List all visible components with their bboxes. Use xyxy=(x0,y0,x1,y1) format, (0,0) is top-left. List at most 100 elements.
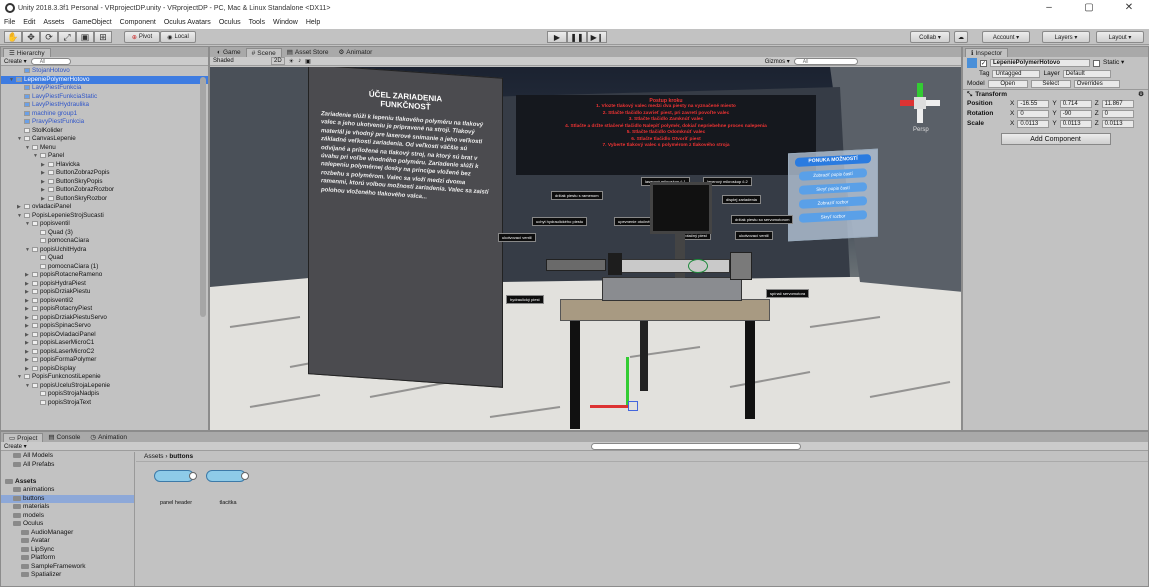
options-menu-button[interactable]: Zobraziť rozbor xyxy=(799,196,867,209)
persp-label[interactable]: Persp xyxy=(913,127,929,133)
hierarchy-item[interactable]: ▼ PopisLepenieStrojSucasti xyxy=(1,212,208,221)
project-folder-item[interactable]: All Models xyxy=(1,452,134,461)
project-folder-item[interactable]: buttons xyxy=(1,494,134,503)
gizmos-dropdown[interactable]: Gizmos ▾ xyxy=(765,58,790,65)
project-folder-item[interactable]: models xyxy=(1,512,134,521)
hierarchy-item[interactable]: StolKolider xyxy=(1,127,208,136)
hierarchy-item[interactable]: pomocnaCiara (1) xyxy=(1,263,208,272)
menu-tools[interactable]: Tools xyxy=(249,19,265,26)
options-menu-button[interactable]: Skryť popis častí xyxy=(799,182,867,195)
project-folder-item[interactable]: materials xyxy=(1,503,134,512)
project-folder-item[interactable]: animations xyxy=(1,486,134,495)
shading-mode-dropdown[interactable]: Shaded xyxy=(213,58,267,64)
hierarchy-item[interactable]: ▶ ButtonZobrazRozbor xyxy=(1,186,208,195)
move-tool-icon[interactable]: ✥ xyxy=(22,31,40,43)
collapsed-arrow-icon[interactable]: ▶ xyxy=(25,365,32,374)
select-button[interactable]: Select xyxy=(1030,80,1071,88)
options-menu-button[interactable]: Skryť rozbor xyxy=(799,210,867,223)
project-folder-item[interactable] xyxy=(1,469,134,478)
project-folder-item[interactable]: AudioManager xyxy=(1,529,134,538)
hierarchy-item[interactable]: ▶ popisventil2 xyxy=(1,297,208,306)
collapsed-arrow-icon[interactable]: ▶ xyxy=(25,356,32,365)
tab-game[interactable]: ◐ Game xyxy=(212,48,246,57)
hierarchy-item[interactable]: ▶ popisHydraPiest xyxy=(1,280,208,289)
collapsed-arrow-icon[interactable]: ▶ xyxy=(25,331,32,340)
position-y-field[interactable]: 0.714 xyxy=(1059,100,1092,108)
scene-search-input[interactable]: All xyxy=(793,57,858,65)
pause-button[interactable]: ❚❚ xyxy=(567,31,587,43)
hierarchy-item[interactable]: ▶ popisRotacnyPiest xyxy=(1,305,208,314)
project-create-dropdown[interactable]: Create ▾ xyxy=(4,443,27,450)
collapsed-arrow-icon[interactable]: ▶ xyxy=(25,280,32,289)
audio-icon[interactable]: ♪ xyxy=(298,58,301,64)
collapsed-arrow-icon[interactable]: ▶ xyxy=(25,271,32,280)
hierarchy-item[interactable]: ▶ ovladaciPanel xyxy=(1,203,208,212)
hierarchy-item[interactable]: ▼ CanvasLepenie xyxy=(1,135,208,144)
play-button[interactable]: ▶ xyxy=(547,31,567,43)
hierarchy-item[interactable]: LavyPiestHydraulika xyxy=(1,101,208,110)
tab-project[interactable]: ▭ Project xyxy=(3,433,44,442)
hierarchy-item[interactable]: ▶ popisFormaPolymer xyxy=(1,356,208,365)
gizmo-x-axis[interactable] xyxy=(590,405,628,408)
options-menu-button[interactable]: Zobraziť popis častí xyxy=(799,168,867,181)
rotation-y-field[interactable]: -90 xyxy=(1059,110,1092,118)
step-button[interactable]: ▶❙ xyxy=(587,31,607,43)
collapsed-arrow-icon[interactable]: ▶ xyxy=(41,161,48,170)
asset-tlacitka[interactable]: tlacitka xyxy=(206,470,250,510)
hierarchy-item[interactable]: ▼ Panel xyxy=(1,152,208,161)
asset-panel-header[interactable]: panel header xyxy=(154,470,198,510)
expanded-arrow-icon[interactable]: ▼ xyxy=(25,220,32,229)
2d-toggle[interactable]: 2D xyxy=(271,57,285,65)
close-button[interactable]: ✕ xyxy=(1109,0,1149,16)
maximize-button[interactable]: ▢ xyxy=(1069,0,1109,16)
scale-y-field[interactable]: 0.0113 xyxy=(1059,120,1092,128)
scale-x-field[interactable]: 0.0113 xyxy=(1017,120,1050,128)
menu-oculus[interactable]: Oculus xyxy=(219,19,241,26)
menu-window[interactable]: Window xyxy=(273,19,298,26)
hierarchy-search-input[interactable]: All xyxy=(30,57,71,65)
menu-file[interactable]: File xyxy=(4,19,15,26)
expanded-arrow-icon[interactable]: ▼ xyxy=(25,382,32,391)
hierarchy-item[interactable]: Quad xyxy=(1,254,208,263)
hierarchy-item[interactable]: ▶ ButtonSkryPopis xyxy=(1,178,208,187)
hierarchy-item[interactable]: pomocnaCiara xyxy=(1,237,208,246)
collapsed-arrow-icon[interactable]: ▶ xyxy=(25,288,32,297)
collapsed-arrow-icon[interactable]: ▶ xyxy=(25,322,32,331)
tab-asset-store[interactable]: ▤ Asset Store xyxy=(282,48,334,57)
collapsed-arrow-icon[interactable]: ▶ xyxy=(41,178,48,187)
pivot-toggle[interactable]: ⊕ Pivot xyxy=(124,31,160,43)
rotation-z-field[interactable]: 0 xyxy=(1101,110,1134,118)
create-dropdown[interactable]: Create ▾ xyxy=(4,58,27,65)
local-toggle[interactable]: ◉ Local xyxy=(160,31,196,43)
tag-dropdown[interactable]: Untagged xyxy=(992,70,1041,78)
add-component-button[interactable]: Add Component xyxy=(1000,133,1111,145)
breadcrumb-buttons[interactable]: buttons xyxy=(169,453,193,460)
menu-oculus-avatars[interactable]: Oculus Avatars xyxy=(164,19,211,26)
expanded-arrow-icon[interactable]: ▼ xyxy=(25,246,32,255)
scale-tool-icon[interactable]: ⤢ xyxy=(58,31,76,43)
hierarchy-item[interactable]: popisStrojaText xyxy=(1,399,208,408)
expanded-arrow-icon[interactable]: ▼ xyxy=(9,76,16,85)
collapsed-arrow-icon[interactable]: ▶ xyxy=(41,169,48,178)
tab-scene[interactable]: # Scene xyxy=(245,48,282,57)
menu-help[interactable]: Help xyxy=(306,19,320,26)
project-search-input[interactable] xyxy=(590,442,801,450)
gizmo-z-axis[interactable] xyxy=(628,401,638,411)
menu-gameobject[interactable]: GameObject xyxy=(72,19,111,26)
hierarchy-item[interactable]: ▼ Menu xyxy=(1,144,208,153)
hierarchy-item[interactable]: popisStrojaNadpis xyxy=(1,390,208,399)
expanded-arrow-icon[interactable]: ▼ xyxy=(33,152,40,161)
menu-assets[interactable]: Assets xyxy=(43,19,64,26)
expanded-arrow-icon[interactable]: ▼ xyxy=(17,135,24,144)
project-folder-item[interactable]: SampleFramework xyxy=(1,563,134,572)
position-x-field[interactable]: -16.55 xyxy=(1017,100,1050,108)
scale-z-field[interactable]: 0.0113 xyxy=(1101,120,1134,128)
hierarchy-item[interactable]: ▶ popisLaserMicroC2 xyxy=(1,348,208,357)
hierarchy-item[interactable]: ▶ ButtonZobrazPopis xyxy=(1,169,208,178)
hierarchy-item[interactable]: ▶ popisSpinacServo xyxy=(1,322,208,331)
hierarchy-item[interactable]: ▶ popisRotacneRameno xyxy=(1,271,208,280)
hierarchy-item[interactable]: ▶ ButtonSkryRozbor xyxy=(1,195,208,204)
scene-orientation-gizmo[interactable] xyxy=(900,83,940,123)
hierarchy-item[interactable]: LavyPiestFunkcia xyxy=(1,84,208,93)
hierarchy-item[interactable]: Quad (3) xyxy=(1,229,208,238)
